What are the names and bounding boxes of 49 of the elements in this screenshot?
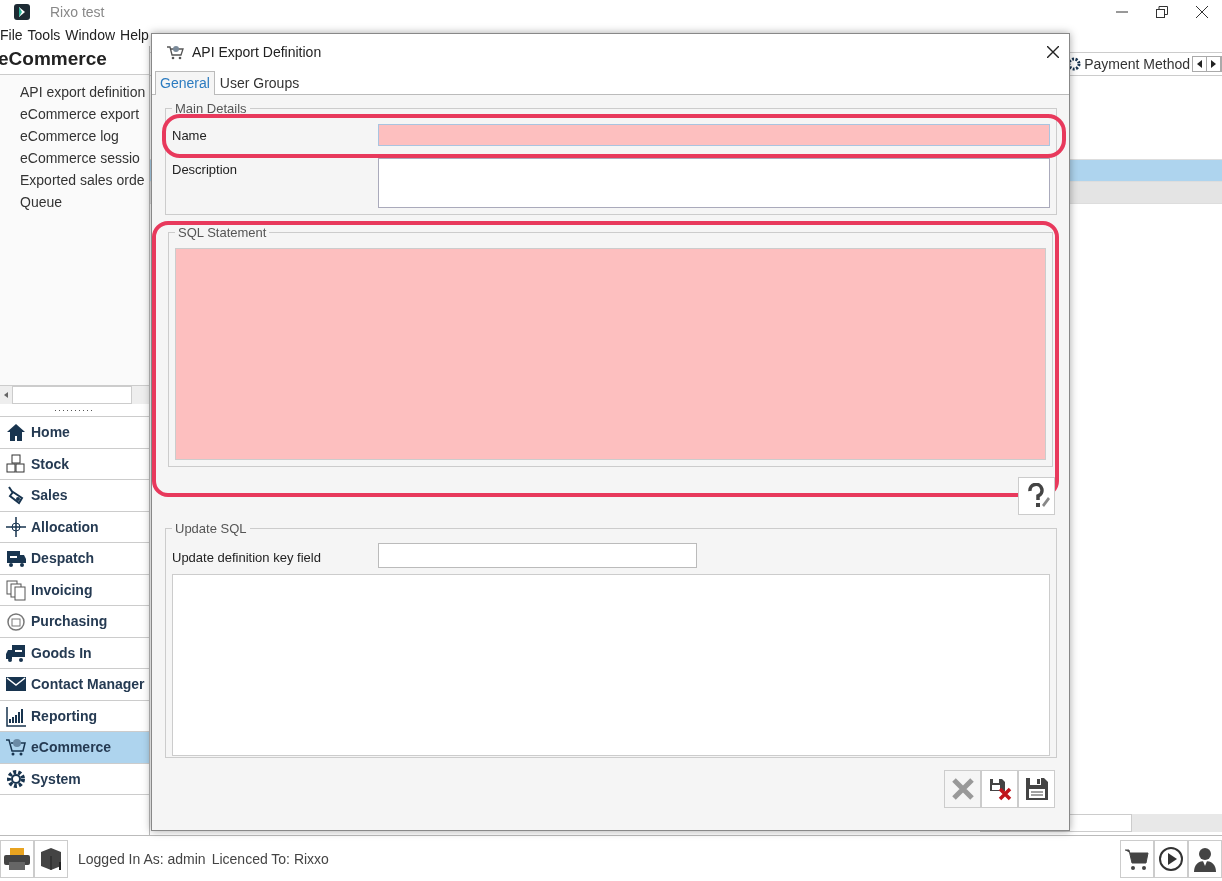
gear-icon (5, 767, 27, 790)
cart-icon (166, 44, 184, 60)
tab[interactable]: User Groups (214, 71, 305, 94)
close-icon[interactable] (1196, 6, 1208, 18)
cart-button[interactable] (1120, 839, 1154, 878)
menu-item[interactable]: Tools (27, 27, 61, 43)
tab[interactable]: Payment Method (1067, 56, 1190, 72)
tree-item[interactable]: eCommerce log (0, 125, 149, 147)
printer-icon (3, 845, 31, 872)
nav-button[interactable]: eCommerce (0, 732, 149, 764)
discard-button[interactable] (981, 770, 1018, 808)
field-label: Description (172, 161, 239, 177)
dialog-title: API Export Definition (192, 44, 323, 60)
play-icon (1157, 845, 1185, 872)
tab[interactable]: General (155, 71, 215, 95)
tree-item[interactable]: eCommerce export (0, 103, 149, 125)
menu-item[interactable]: Help (120, 27, 149, 43)
field-label: Update definition key field (172, 548, 322, 565)
gear-icon (1067, 57, 1082, 71)
menu-item[interactable]: Window (65, 27, 116, 43)
group-label: Update SQL (174, 521, 248, 536)
x-icon (949, 776, 976, 802)
bar-chart-icon (5, 704, 27, 727)
restore-icon[interactable] (1156, 6, 1168, 18)
house-icon (5, 421, 27, 444)
window-title: Rixo test (50, 4, 105, 20)
tree-item[interactable]: eCommerce sessio (0, 147, 149, 169)
boxes-icon (5, 452, 27, 475)
close-icon[interactable] (1047, 46, 1059, 58)
printer-button[interactable] (0, 839, 34, 878)
tree-item[interactable]: Exported sales orde (0, 169, 149, 191)
text-field[interactable] (378, 542, 697, 568)
group-label: SQL Statement (177, 225, 268, 240)
app-logo-icon (14, 4, 30, 20)
text-field[interactable] (378, 124, 1050, 146)
status-text: Logged In As: admin (78, 850, 206, 867)
status-text: Licenced To: Rixxo (211, 850, 329, 867)
menu-item[interactable]: File (0, 27, 23, 43)
tree-item[interactable]: API export definition (0, 81, 149, 103)
tree-item[interactable]: Queue (0, 191, 149, 213)
save-button[interactable] (1018, 770, 1055, 808)
crosshair-icon (5, 515, 27, 538)
field-label: Name (172, 127, 208, 143)
group-label: Main Details (174, 101, 248, 116)
scrollbar-thumb[interactable] (12, 386, 132, 404)
help-button[interactable] (1018, 477, 1055, 515)
box-button[interactable] (34, 839, 68, 878)
play-button[interactable] (1154, 839, 1188, 878)
documents-icon (5, 578, 27, 601)
